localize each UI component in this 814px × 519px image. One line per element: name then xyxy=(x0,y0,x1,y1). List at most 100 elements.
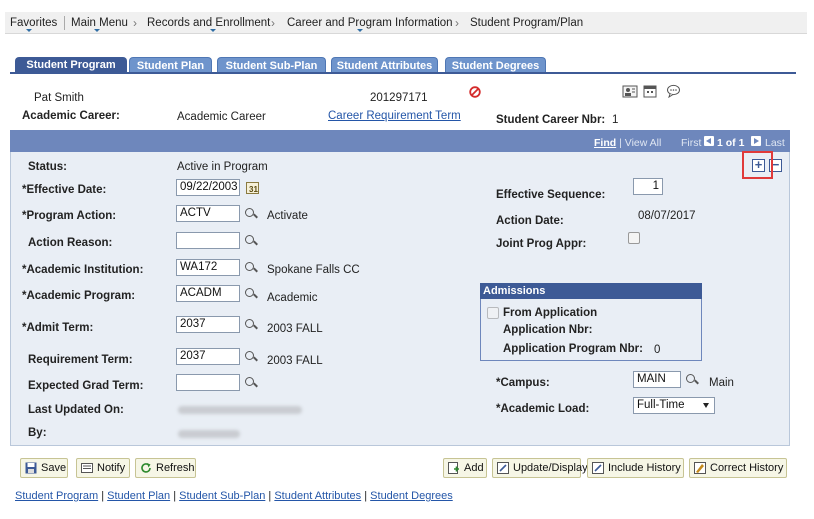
campus-input[interactable]: MAIN xyxy=(633,371,681,388)
search-icon[interactable] xyxy=(244,261,258,275)
academic-career-value: Academic Career xyxy=(177,111,266,123)
action-reason-label: Action Reason: xyxy=(28,237,113,249)
last-updated-value xyxy=(178,406,302,414)
view-all-link[interactable]: View All xyxy=(625,137,662,149)
link-student-degrees[interactable]: Student Degrees xyxy=(370,490,453,502)
search-icon[interactable] xyxy=(244,376,258,390)
nav-bar: Find | View All xyxy=(594,137,661,149)
chevron-down-icon[interactable] xyxy=(26,29,32,32)
search-icon[interactable] xyxy=(244,318,258,332)
from-application-checkbox[interactable] xyxy=(487,307,499,319)
tab-student-attributes[interactable]: Student Attributes xyxy=(331,57,438,73)
link-student-program[interactable]: Student Program xyxy=(15,490,98,502)
academic-institution-input[interactable]: WA172 xyxy=(176,259,240,276)
academic-career-label: Academic Career: xyxy=(22,110,120,122)
program-action-desc: Activate xyxy=(267,210,308,222)
status-label: Status: xyxy=(28,161,67,173)
link-student-attributes[interactable]: Student Attributes xyxy=(274,490,361,502)
action-reason-input[interactable] xyxy=(176,232,240,249)
tab-student-sub-plan[interactable]: Student Sub-Plan xyxy=(217,57,326,73)
academic-load-label: *Academic Load: xyxy=(496,403,590,415)
academic-load-value: Full-Time xyxy=(637,399,685,411)
student-career-nbr-label: Student Career Nbr: xyxy=(496,114,606,126)
search-icon[interactable] xyxy=(685,373,699,387)
link-student-plan[interactable]: Student Plan xyxy=(107,490,170,502)
add-label: Add xyxy=(464,462,484,474)
save-button[interactable]: Save xyxy=(20,458,68,478)
notify-button[interactable]: Notify xyxy=(76,458,130,478)
admit-term-label: *Admit Term: xyxy=(22,322,94,334)
expected-grad-term-label: Expected Grad Term: xyxy=(28,380,144,392)
divider xyxy=(64,16,65,30)
effective-sequence-label: Effective Sequence: xyxy=(496,189,606,201)
chevron-down-icon[interactable] xyxy=(94,29,100,32)
application-nbr-label: Application Nbr: xyxy=(503,324,593,336)
notify-icon xyxy=(81,463,93,473)
tab-student-program[interactable]: Student Program xyxy=(15,57,127,73)
calendar-picker-icon[interactable]: 31 xyxy=(246,181,259,194)
search-icon[interactable] xyxy=(244,207,258,221)
update-display-button[interactable]: Update/Display xyxy=(492,458,588,478)
notify-label: Notify xyxy=(97,462,126,474)
first-arrow-icon[interactable] xyxy=(704,136,714,146)
search-icon[interactable] xyxy=(244,234,258,248)
first-link[interactable]: First xyxy=(681,137,701,149)
breadcrumb: Favorites Main Menu › Records and Enroll… xyxy=(5,12,807,34)
student-name: Pat Smith xyxy=(34,92,84,104)
comment-icon[interactable] xyxy=(666,84,681,98)
requirement-term-input[interactable]: 2037 xyxy=(176,348,240,365)
person-card-icon[interactable] xyxy=(622,84,638,98)
effective-sequence-input[interactable]: 1 xyxy=(633,178,663,195)
chevron-right-icon: › xyxy=(455,16,459,30)
refresh-button[interactable]: Refresh xyxy=(135,458,196,478)
academic-load-select[interactable]: Full-Time xyxy=(633,397,715,414)
find-link[interactable]: Find xyxy=(594,137,616,149)
breadcrumb-career[interactable]: Career and Program Information xyxy=(287,17,453,29)
refresh-icon xyxy=(141,463,151,473)
effective-date-label: *Effective Date: xyxy=(22,184,107,196)
breadcrumb-records[interactable]: Records and Enrollment xyxy=(147,17,270,29)
save-icon xyxy=(25,462,37,474)
updated-by-value xyxy=(178,430,240,438)
student-id: 201297171 xyxy=(370,92,428,104)
action-date-value: 08/07/2017 xyxy=(638,210,696,222)
requirement-term-label: Requirement Term: xyxy=(28,354,133,366)
breadcrumb-favorites[interactable]: Favorites xyxy=(10,17,57,29)
action-date-label: Action Date: xyxy=(496,215,564,227)
update-display-label: Update/Display xyxy=(513,462,588,474)
search-icon[interactable] xyxy=(244,287,258,301)
admit-term-input[interactable]: 2037 xyxy=(176,316,240,333)
career-requirement-term-link[interactable]: Career Requirement Term xyxy=(328,110,461,122)
status-value: Active in Program xyxy=(177,161,268,173)
correct-history-button[interactable]: Correct History xyxy=(689,458,787,478)
academic-institution-desc: Spokane Falls CC xyxy=(267,264,360,276)
tab-underline xyxy=(10,72,796,74)
last-link[interactable]: Last xyxy=(765,137,785,149)
academic-program-input[interactable]: ACADM xyxy=(176,285,240,302)
program-action-input[interactable]: ACTV xyxy=(176,205,240,222)
row-count: 1 of 1 xyxy=(717,137,745,149)
breadcrumb-main-menu[interactable]: Main Menu xyxy=(71,17,128,29)
joint-prog-appr-checkbox[interactable] xyxy=(628,232,640,244)
chevron-down-icon[interactable] xyxy=(210,29,216,32)
tab-student-plan[interactable]: Student Plan xyxy=(129,57,212,73)
effective-date-input[interactable]: 09/22/2003 xyxy=(176,179,240,196)
include-history-icon xyxy=(592,462,604,474)
correct-history-icon xyxy=(694,462,706,474)
chevron-down-icon[interactable] xyxy=(357,29,363,32)
application-program-nbr-value: 0 xyxy=(654,344,661,356)
search-icon[interactable] xyxy=(244,350,258,364)
admit-term-desc: 2003 FALL xyxy=(267,323,323,335)
svg-text:31: 31 xyxy=(249,185,258,194)
tab-student-degrees[interactable]: Student Degrees xyxy=(445,57,546,73)
link-student-sub-plan[interactable]: Student Sub-Plan xyxy=(179,490,265,502)
include-history-button[interactable]: Include History xyxy=(587,458,684,478)
chevron-right-icon: › xyxy=(271,16,275,30)
campus-desc: Main xyxy=(709,377,734,389)
last-arrow-icon[interactable] xyxy=(751,136,761,146)
prohibited-icon xyxy=(469,86,481,98)
correct-history-label: Correct History xyxy=(710,462,784,474)
calendar-icon[interactable] xyxy=(643,84,657,98)
expected-grad-term-input[interactable] xyxy=(176,374,240,391)
add-button[interactable]: Add xyxy=(443,458,487,478)
